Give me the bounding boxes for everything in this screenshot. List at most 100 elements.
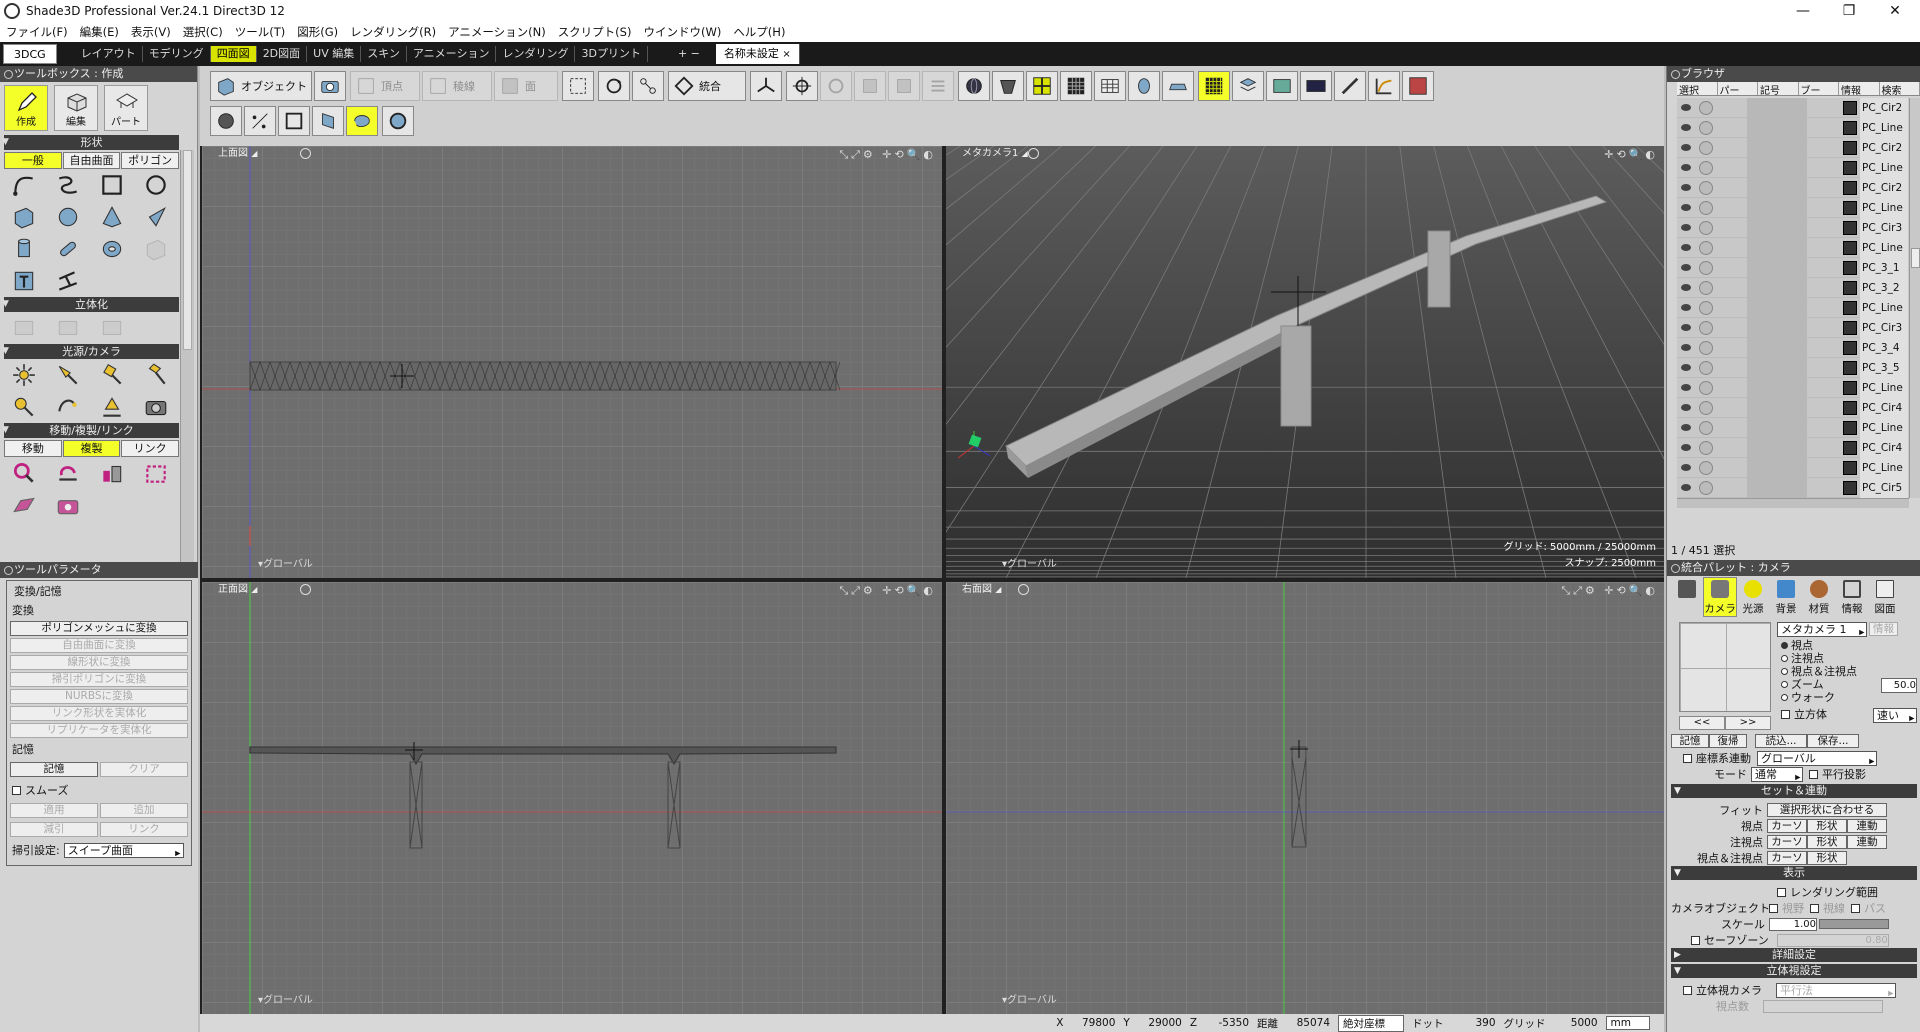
material-button[interactable] xyxy=(992,71,1024,101)
sweep-setting-dropdown[interactable]: スイープ曲面 xyxy=(63,842,184,858)
menu-rendering[interactable]: レンダリング(R) xyxy=(344,24,442,40)
minimize-button[interactable]: — xyxy=(1780,0,1826,22)
toolbox-scrollbar[interactable] xyxy=(180,150,194,622)
list-item[interactable]: PC_Line xyxy=(1677,298,1909,318)
camera-prev-button[interactable]: << xyxy=(1679,716,1725,730)
grid-button[interactable] xyxy=(1060,71,1092,101)
tab-animation[interactable]: アニメーション xyxy=(407,46,497,62)
sweep-tool[interactable] xyxy=(52,267,84,295)
array-copy-tool[interactable] xyxy=(140,459,172,487)
list-item[interactable]: PC_Cir2 xyxy=(1677,98,1909,118)
path-check[interactable] xyxy=(1851,903,1860,913)
open-line-tool[interactable] xyxy=(8,171,40,199)
scale-value[interactable]: 1.00 xyxy=(1769,917,1817,931)
four-view-button[interactable] xyxy=(1026,71,1058,101)
eye-icon[interactable] xyxy=(1681,204,1691,211)
list-item[interactable]: PC_Line xyxy=(1677,418,1909,438)
unit-dropdown[interactable]: mm xyxy=(1605,1016,1650,1030)
camera-tool[interactable] xyxy=(140,393,172,421)
list-item[interactable]: PC_3_4 xyxy=(1677,338,1909,358)
coord-link-check[interactable] xyxy=(1683,753,1692,763)
plane-copy-tool[interactable] xyxy=(8,491,40,519)
text-tool[interactable] xyxy=(8,267,40,295)
shape-tab-general[interactable]: 一般 xyxy=(4,152,62,169)
tab-3d-print[interactable]: 3Dプリント xyxy=(575,46,648,62)
eye-icon[interactable] xyxy=(1681,144,1691,151)
cylinder-tool[interactable] xyxy=(8,235,40,263)
eye-cursor-button[interactable]: カーソ xyxy=(1767,819,1807,833)
magnify-tool[interactable] xyxy=(8,459,40,487)
menu-select[interactable]: 選択(C) xyxy=(177,24,229,40)
mode-select[interactable]: 3DCG xyxy=(3,44,57,64)
rotate-view-button[interactable] xyxy=(598,71,630,101)
eye-icon[interactable] xyxy=(1681,364,1691,371)
col-search[interactable]: 検索 xyxy=(1880,82,1920,95)
render-dot-icon[interactable] xyxy=(1699,400,1713,415)
perspective-coord[interactable]: ▾グローバル xyxy=(1002,555,1057,570)
top-view-coord[interactable]: ▾グローバル xyxy=(258,555,313,570)
smooth-checkbox[interactable]: スムーズ xyxy=(12,782,186,798)
render-range-row[interactable]: レンダリング範囲 xyxy=(1777,884,1878,900)
tab-skin[interactable]: スキン xyxy=(361,46,407,62)
menu-script[interactable]: スクリプト(S) xyxy=(552,24,638,40)
list-item[interactable]: PC_Line xyxy=(1677,158,1909,178)
camera-copy-tool[interactable] xyxy=(52,491,84,519)
col-boolean[interactable]: ブー xyxy=(1799,82,1839,95)
render-dot-icon[interactable] xyxy=(1699,340,1713,355)
camera-restore-button[interactable]: 復帰 xyxy=(1709,734,1747,748)
perspective-controls[interactable]: ✛⟲🔍◐ xyxy=(1604,148,1658,161)
mesh-select-button[interactable] xyxy=(210,106,242,136)
list-item[interactable]: PC_Cir4 xyxy=(1677,398,1909,418)
render-dot-icon[interactable] xyxy=(1699,100,1713,115)
speed-dropdown[interactable]: 速い xyxy=(1873,708,1917,723)
eye-icon[interactable] xyxy=(1681,184,1691,191)
render-dot-icon[interactable] xyxy=(1699,480,1713,495)
tab-four-view[interactable]: 四面図 xyxy=(210,46,257,62)
perspective-label[interactable]: メタカメラ1 xyxy=(962,148,1018,159)
render-dot-icon[interactable] xyxy=(1699,180,1713,195)
target-button[interactable] xyxy=(786,71,818,101)
list-item[interactable]: PC_Line xyxy=(1677,238,1909,258)
eye-icon[interactable] xyxy=(1681,304,1691,311)
eye-shape-button[interactable]: 形状 xyxy=(1807,819,1847,833)
sightline-check[interactable] xyxy=(1810,903,1819,913)
mode-target[interactable]: 注視点 xyxy=(1781,652,1917,665)
eye-icon[interactable] xyxy=(1681,164,1691,171)
shape-tab-polygon[interactable]: ポリゴン xyxy=(121,152,180,169)
col-info[interactable]: 情報 xyxy=(1839,82,1880,95)
eye-icon[interactable] xyxy=(1681,424,1691,431)
palette-tab-light[interactable]: 光源 xyxy=(1737,578,1769,616)
menu-edit[interactable]: 編集(E) xyxy=(74,24,125,40)
memorize-button[interactable]: 記憶 xyxy=(10,762,98,777)
eye-icon[interactable] xyxy=(1681,124,1691,131)
pyramid-tool[interactable] xyxy=(96,203,128,231)
snap-button[interactable] xyxy=(632,71,664,101)
object-mode-button[interactable]: オブジェクト xyxy=(210,71,312,101)
list-item[interactable]: PC_3_1 xyxy=(1677,258,1909,278)
eye-icon[interactable] xyxy=(1681,264,1691,271)
list-item[interactable]: PC_Cir3 xyxy=(1677,218,1909,238)
display-section[interactable]: 表示 xyxy=(1671,866,1917,880)
perspective-viewport[interactable]: メタカメラ1 ◢ ✛⟲🔍◐ ▾グローバル グリッド: 5000mm / 2500… xyxy=(946,146,1664,578)
camera-save-button[interactable]: 保存... xyxy=(1807,734,1859,748)
measure-button[interactable] xyxy=(1334,71,1366,101)
tab-modeling[interactable]: モデリング xyxy=(143,46,211,62)
list-item[interactable]: PC_Line xyxy=(1677,378,1909,398)
sphere-view-button[interactable] xyxy=(382,106,414,136)
menu-view[interactable]: 表示(V) xyxy=(125,24,177,40)
eye-icon[interactable] xyxy=(1681,484,1691,491)
col-part[interactable]: パー xyxy=(1718,82,1758,95)
coord-mode-dropdown[interactable]: 絶対座標 xyxy=(1338,1014,1405,1032)
render-dot-icon[interactable] xyxy=(1699,240,1713,255)
render-sphere-button[interactable] xyxy=(958,71,990,101)
eye-icon[interactable] xyxy=(1681,284,1691,291)
set-link-section[interactable]: セット＆連動 xyxy=(1671,784,1917,798)
eye-link-button[interactable]: 連動 xyxy=(1847,819,1887,833)
menu-shape[interactable]: 図形(G) xyxy=(291,24,344,40)
render-dot-icon[interactable] xyxy=(1699,120,1713,135)
image-button[interactable] xyxy=(1266,71,1298,101)
render-dot-icon[interactable] xyxy=(1699,260,1713,275)
list-item[interactable]: PC_3_5 xyxy=(1677,358,1909,378)
coord-link-dropdown[interactable]: グローバル xyxy=(1757,750,1877,766)
list-item[interactable]: PC_Cir5 xyxy=(1677,478,1909,498)
